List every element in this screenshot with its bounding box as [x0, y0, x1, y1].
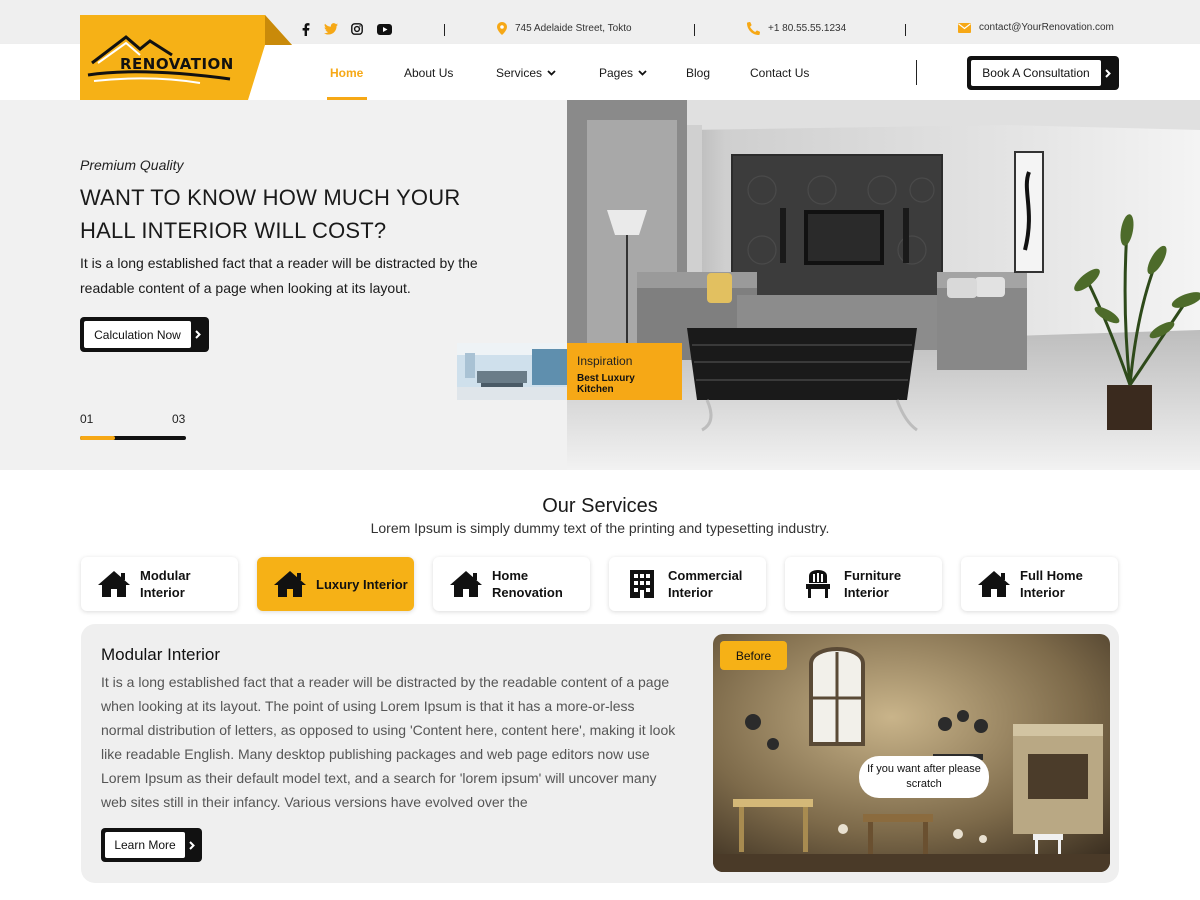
book-consultation-button[interactable]: Book A Consultation [967, 56, 1119, 90]
tab-commercial-interior[interactable]: Commercial Interior [609, 557, 766, 611]
tab-modular-interior[interactable]: Modular Interior [81, 557, 238, 611]
tab-furniture-interior[interactable]: Furniture Interior [785, 557, 942, 611]
caption-kicker: Inspiration [577, 354, 633, 368]
caption-title: Best Luxury Kitchen [577, 373, 635, 395]
topbar-separator [694, 24, 695, 36]
service-detail-title: Modular Interior [101, 645, 221, 664]
slide-progress[interactable] [80, 436, 186, 440]
nav-pages-label: Pages [599, 66, 634, 80]
tab-label: Furniture Interior [844, 568, 902, 600]
before-badge: Before [720, 641, 787, 670]
email-text: contact@YourRenovation.com [979, 22, 1114, 33]
hero-title: WANT TO KNOW HOW MUCH YOUR HALL INTERIOR… [80, 185, 461, 243]
hero-kicker: Premium Quality [80, 157, 184, 173]
scratch-hint-bubble: If you want after please scratch [859, 756, 989, 798]
house-icon [448, 568, 484, 600]
phone-info[interactable]: +1 80.55.55.1234 [747, 22, 846, 35]
tab-full-home-interior[interactable]: Full Home Interior [961, 557, 1118, 611]
phone-text: +1 80.55.55.1234 [768, 23, 847, 34]
nav-contact-us[interactable]: Contact Us [750, 66, 809, 80]
service-detail-text: It is a long established fact that a rea… [101, 674, 676, 810]
nav-blog[interactable]: Blog [686, 66, 710, 80]
house-icon [96, 568, 132, 600]
nav-services[interactable]: Services [496, 66, 556, 80]
topbar-separator [444, 24, 445, 36]
chevron-down-icon [547, 70, 556, 76]
slide-total: 03 [172, 412, 186, 426]
tab-label: Home Renovation [492, 568, 563, 600]
nav-pages[interactable]: Pages [599, 66, 647, 80]
chair-icon [800, 568, 836, 600]
tab-label: Full Home Interior [1020, 568, 1083, 600]
tab-label: Modular Interior [140, 568, 191, 600]
facebook-icon[interactable] [298, 22, 314, 36]
caret-right-icon [191, 330, 205, 339]
slide-current: 01 [80, 412, 94, 426]
book-consultation-label: Book A Consultation [971, 60, 1101, 86]
house-icon [976, 568, 1012, 600]
address-info: 745 Adelaide Street, Tokto [497, 22, 632, 35]
building-icon [624, 568, 660, 600]
nav-divider [916, 60, 917, 85]
learn-more-button[interactable]: Learn More [101, 828, 202, 862]
chevron-down-icon [638, 70, 647, 76]
location-pin-icon [497, 22, 507, 35]
tab-luxury-interior[interactable]: Luxury Interior [257, 557, 414, 611]
services-subtitle: Lorem Ipsum is simply dummy text of the … [370, 520, 830, 536]
kitchen-caption[interactable]: Inspiration Best Luxury Kitchen [567, 343, 682, 400]
email-info[interactable]: contact@YourRenovation.com [958, 22, 1114, 33]
nav-home[interactable]: Home [330, 66, 363, 80]
services-title: Our Services [542, 495, 658, 517]
envelope-icon [958, 22, 971, 33]
instagram-icon[interactable] [349, 22, 365, 36]
caret-right-icon [185, 840, 198, 850]
slide-progress-fill [80, 436, 115, 440]
nav-services-label: Services [496, 66, 543, 80]
twitter-icon[interactable] [323, 22, 339, 36]
kitchen-thumbnail[interactable] [457, 343, 567, 400]
house-icon [272, 568, 308, 600]
tab-label: Luxury Interior [316, 576, 408, 592]
hero-living-room-image [567, 100, 1200, 470]
brand-logo[interactable]: RENOVATION [80, 15, 292, 100]
tab-label: Commercial Interior [668, 568, 743, 600]
hero-description: It is a long established fact that a rea… [80, 255, 478, 296]
topbar-separator [905, 24, 906, 36]
tab-home-renovation[interactable]: Home Renovation [433, 557, 590, 611]
caret-right-icon [1101, 68, 1115, 78]
youtube-icon[interactable] [376, 22, 392, 36]
calculation-now-label: Calculation Now [84, 321, 191, 348]
calculation-now-button[interactable]: Calculation Now [80, 317, 209, 352]
phone-icon [747, 22, 760, 35]
learn-more-label: Learn More [105, 832, 185, 858]
logo-text: RENOVATION [120, 55, 234, 73]
address-text: 745 Adelaide Street, Tokto [515, 23, 632, 34]
nav-about-us[interactable]: About Us [404, 66, 453, 80]
